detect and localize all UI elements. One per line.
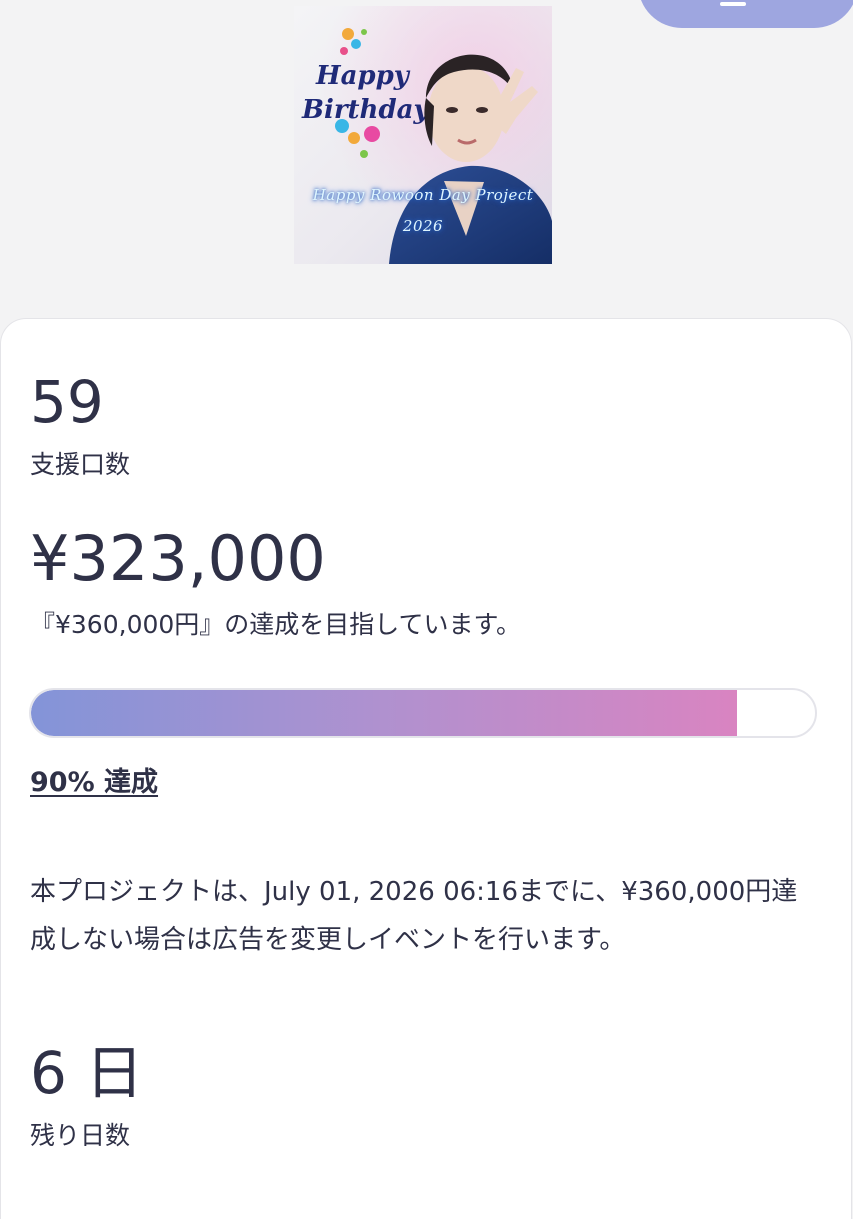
greeting-line-2: Birthday! <box>301 95 440 125</box>
project-image: Happy Birthday! Happy Rowoon Day Project… <box>294 6 552 264</box>
goal-text: 『¥360,000円』の達成を目指しています。 <box>30 610 522 639</box>
project-title-line-1: Happy Rowoon Day Project <box>312 186 534 204</box>
raised-amount: ¥323,000 <box>30 522 326 595</box>
days-remaining-count: 6 日 <box>30 1039 144 1107</box>
project-title-line-2: 2026 <box>402 217 444 235</box>
days-remaining-label: 残り日数 <box>30 1121 131 1150</box>
progress-fill <box>31 690 737 736</box>
supporters-label: 支援口数 <box>30 450 131 479</box>
supporters-count: 59 <box>30 368 104 436</box>
deadline-notice: 本プロジェクトは、July 01, 2026 06:16までに、¥360,000… <box>30 877 798 955</box>
menu-icon <box>720 2 746 6</box>
progress-bar <box>29 688 817 738</box>
achieved-percent-link[interactable]: 90% 達成 <box>30 760 158 799</box>
greeting-line-1: Happy <box>315 61 411 91</box>
menu-button[interactable] <box>638 0 853 28</box>
